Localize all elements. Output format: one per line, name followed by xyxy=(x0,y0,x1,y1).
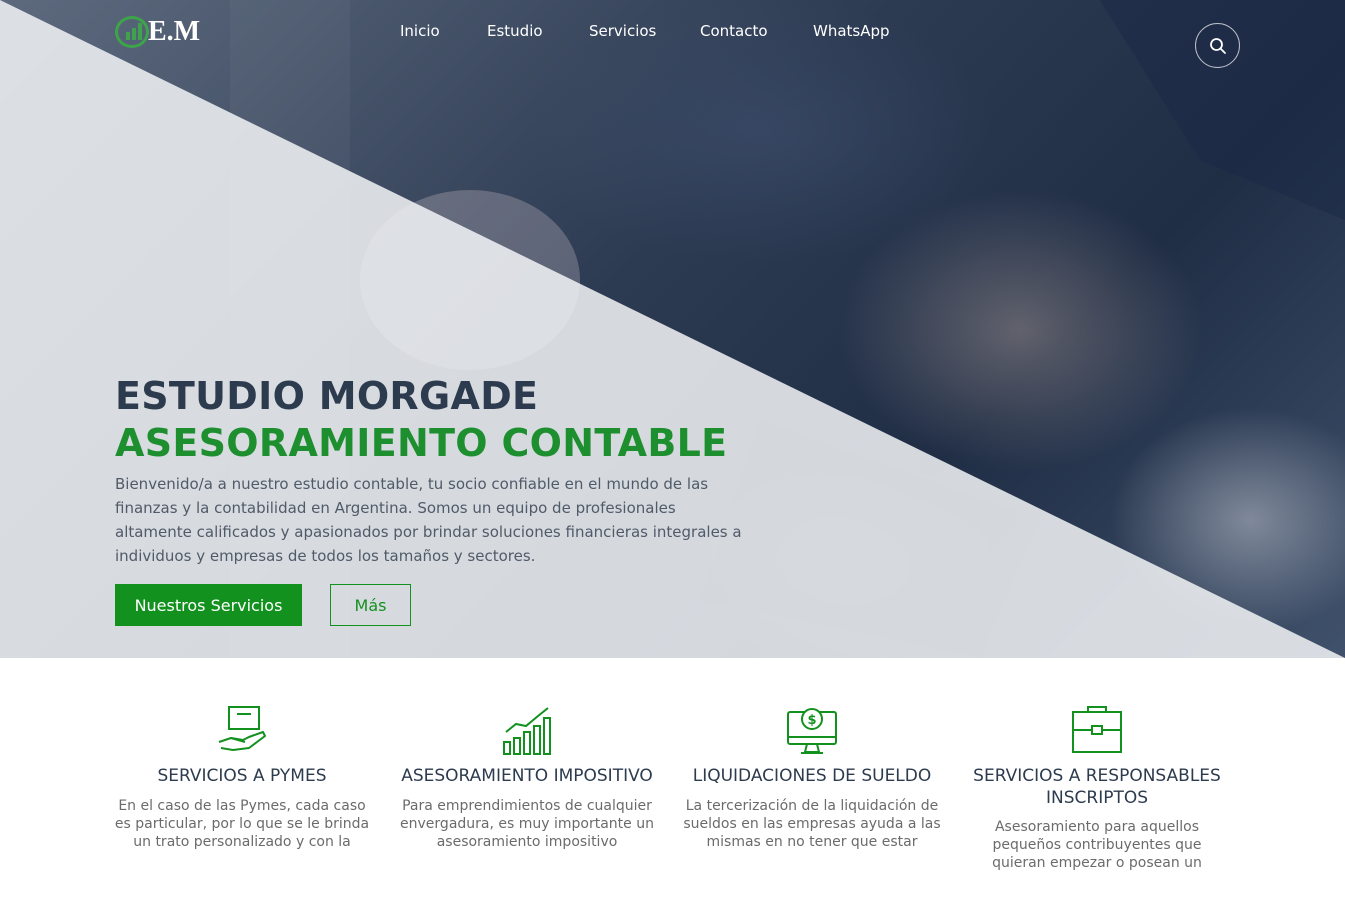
nav-link-inicio[interactable]: Inicio xyxy=(400,22,440,40)
hero-description: Bienvenido/a a nuestro estudio contable,… xyxy=(115,475,742,565)
nav-link-servicios[interactable]: Servicios xyxy=(589,22,656,40)
service-title: LIQUIDACIONES DE SUELDO xyxy=(692,766,932,786)
hero-title: ESTUDIO MORGADE xyxy=(115,374,539,418)
our-services-button[interactable]: Nuestros Servicios xyxy=(115,584,302,626)
logo-chart-icon xyxy=(115,16,149,48)
service-title: SERVICIOS A PYMES xyxy=(157,766,327,786)
service-text: En el caso de las Pymes, cada caso es pa… xyxy=(114,798,370,850)
service-text: Asesoramiento para aquellos pequeños con… xyxy=(992,819,1202,871)
logo-text: E.M xyxy=(148,16,201,47)
search-button[interactable] xyxy=(1195,23,1240,68)
nav-link-contacto[interactable]: Contacto xyxy=(700,22,768,40)
svg-text:$: $ xyxy=(807,713,816,728)
nav-link-whatsapp[interactable]: WhatsApp xyxy=(813,22,890,40)
service-text: Para emprendimientos de cualquier enverg… xyxy=(400,798,654,850)
hero-section: E.M Inicio Estudio Servicios Contacto Wh… xyxy=(0,0,1345,658)
services-section: SERVICIOS A PYMES En el caso de las Pyme… xyxy=(0,658,1345,904)
hero-subtitle: ASESORAMIENTO CONTABLE xyxy=(115,421,728,465)
briefcase-icon xyxy=(1072,706,1122,753)
hand-box-icon xyxy=(218,706,266,751)
search-icon xyxy=(1209,37,1226,54)
logo[interactable]: E.M xyxy=(115,16,200,48)
service-title: ASESORAMIENTO IMPOSITIVO xyxy=(401,766,653,786)
service-text: La tercerización de la liquidación de su… xyxy=(683,798,941,850)
nav-link-estudio[interactable]: Estudio xyxy=(487,22,543,40)
growth-chart-icon xyxy=(503,707,551,755)
more-button[interactable]: Más xyxy=(330,584,411,626)
service-title: SERVICIOS A RESPONSABLES INSCRIPTOS xyxy=(973,766,1221,808)
monitor-dollar-icon: $ xyxy=(787,708,837,754)
